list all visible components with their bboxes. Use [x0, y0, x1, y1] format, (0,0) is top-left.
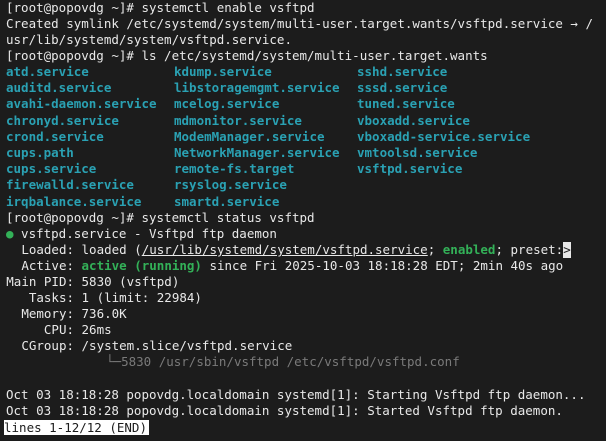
- ls-entry: avahi-daemon.service: [6, 96, 157, 112]
- ls-entry: cups.path: [6, 145, 74, 160]
- ls-entry: kdump.service: [174, 64, 272, 79]
- ls-entry: libstoragemgmt.service: [174, 80, 340, 96]
- memory-line: Memory: 736.0K: [6, 306, 127, 322]
- active-state-badge: active (running): [81, 258, 202, 273]
- memory-value: 736.0K: [74, 306, 127, 321]
- active-since: since Fri 2025-10-03 18:18:28 EDT; 2min …: [201, 258, 564, 273]
- ls-entry: firewalld.service: [6, 177, 134, 193]
- journal-line-1: Oct 03 18:18:28 popovdg.localdomain syst…: [6, 387, 586, 402]
- tasks-value: 1 (limit: 22984): [74, 290, 202, 305]
- loaded-prefix: loaded (: [74, 242, 142, 257]
- ls-entry: ModemManager.service: [174, 128, 325, 144]
- pager-status: lines 1-12/12 (END): [4, 420, 149, 435]
- ls-entry: NetworkManager.service: [174, 145, 340, 160]
- loaded-line: Loaded: loaded (/usr/lib/systemd/system/…: [6, 242, 571, 259]
- tasks-label: Tasks:: [28, 290, 74, 305]
- command-enable: systemctl enable vsftpd: [141, 0, 315, 15]
- ls-entry: vmtoolsd.service: [357, 145, 478, 160]
- enabled-state: enabled: [442, 242, 496, 257]
- symlink-output-2: usr/lib/systemd/system/vsftpd.service.: [6, 32, 292, 47]
- ls-entry: mcelog.service: [174, 96, 280, 112]
- cgroup-label: CGroup:: [21, 338, 74, 353]
- ls-entry: smartd.service: [174, 193, 280, 209]
- cgroup-process: 5830 /usr/sbin/vsftpd /etc/vsftpd/vsftpd…: [121, 354, 460, 369]
- shell-prompt: [root@popovdg ~]#: [6, 210, 142, 225]
- command-status: systemctl status vsftpd: [141, 210, 315, 225]
- ls-entry: tuned.service: [357, 96, 455, 112]
- ls-entry: auditd.service: [6, 80, 112, 96]
- tasks-line: Tasks: 1 (limit: 22984): [6, 290, 202, 306]
- mainpid-value: 5830 (vsftpd): [74, 274, 180, 289]
- prompt-line-ls: [root@popovdg ~]# ls /etc/systemd/system…: [6, 48, 488, 64]
- cpu-label: CPU:: [43, 322, 74, 337]
- shell-prompt: [root@popovdg ~]#: [6, 48, 142, 63]
- ls-entry: crond.service: [6, 128, 104, 144]
- mainpid-label: Main PID:: [6, 274, 74, 289]
- ls-entry: vboxadd.service: [357, 112, 470, 128]
- ls-entry: atd.service: [6, 64, 89, 79]
- mainpid-line: Main PID: 5830 (vsftpd): [6, 274, 179, 290]
- unit-header-line: ● vsftpd.service - Vsftpd ftp daemon: [6, 226, 277, 242]
- unit-file-path: /usr/lib/systemd/system/vsftpd.service: [141, 242, 428, 257]
- ls-entry: vsftpd.service: [357, 161, 463, 177]
- tree-branch-icon: └─: [106, 354, 122, 369]
- journal-line-2: Oct 03 18:18:28 popovdg.localdomain syst…: [6, 403, 563, 418]
- ls-entry: sshd.service: [357, 64, 448, 79]
- ls-entry: chronyd.service: [6, 112, 119, 128]
- ls-entry: sssd.service: [357, 80, 448, 96]
- loaded-separator: ;: [427, 242, 443, 257]
- line-overflow-marker: >: [563, 242, 571, 259]
- ls-entry: mdmonitor.service: [174, 112, 302, 128]
- ls-entry: rsyslog.service: [174, 177, 287, 193]
- command-ls: ls /etc/systemd/system/multi-user.target…: [141, 48, 488, 63]
- prompt-line-status: [root@popovdg ~]# systemctl status vsftp…: [6, 210, 315, 226]
- memory-label: Memory:: [21, 306, 74, 321]
- loaded-preset: ; preset:: [495, 242, 564, 257]
- loaded-label: Loaded:: [21, 242, 74, 257]
- ls-entry: irqbalance.service: [6, 193, 142, 209]
- ls-entry: cups.service: [6, 161, 97, 177]
- active-line: Active: active (running) since Fri 2025-…: [6, 258, 563, 274]
- status-bullet-icon: ●: [6, 226, 14, 241]
- unit-description: vsftpd.service - Vsftpd ftp daemon: [13, 226, 277, 241]
- prompt-line-enable: [root@popovdg ~]# systemctl enable vsftp…: [6, 0, 315, 16]
- symlink-output-1: Created symlink /etc/systemd/system/mult…: [6, 16, 593, 31]
- terminal-window[interactable]: [root@popovdg ~]# systemctl enable vsftp…: [0, 0, 606, 441]
- active-label: Active:: [21, 258, 74, 273]
- cgroup-value: /system.slice/vsftpd.service: [74, 338, 293, 353]
- cpu-value: 26ms: [74, 322, 112, 337]
- pager-status-line[interactable]: lines 1-12/12 (END): [4, 420, 149, 436]
- cgroup-process-line: └─5830 /usr/sbin/vsftpd /etc/vsftpd/vsft…: [106, 354, 460, 370]
- cgroup-line: CGroup: /system.slice/vsftpd.service: [6, 338, 292, 354]
- shell-prompt: [root@popovdg ~]#: [6, 0, 142, 15]
- cpu-line: CPU: 26ms: [6, 322, 112, 338]
- ls-entry: vboxadd-service.service: [357, 128, 531, 144]
- ls-entry: remote-fs.target: [174, 161, 295, 177]
